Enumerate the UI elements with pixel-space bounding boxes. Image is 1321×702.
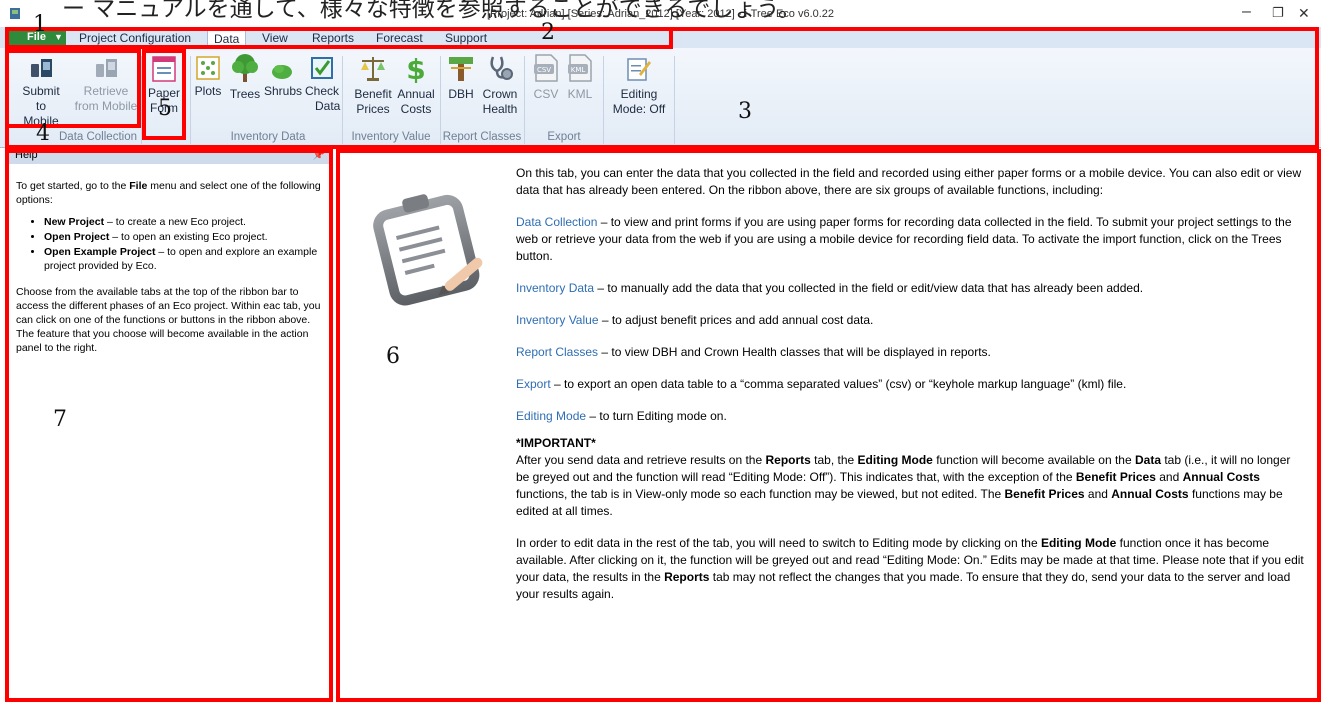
annotation-box-paper-form <box>142 49 186 140</box>
annotation-number-4: 4 <box>36 121 50 146</box>
annotation-box-action <box>336 149 1321 702</box>
close-button[interactable]: ✕ <box>1298 5 1310 22</box>
annotation-number-7: 7 <box>53 407 67 432</box>
annotation-box-mobile <box>5 49 141 128</box>
annotation-number-2: 2 <box>541 20 555 45</box>
annotation-box-ribbon <box>5 27 1319 149</box>
annotation-number-3: 3 <box>738 99 752 124</box>
window-title: [Project: Adrian] [Series: Adrian_2012] … <box>486 8 835 20</box>
annotation-number-5: 5 <box>158 96 172 121</box>
restore-button[interactable]: ❐ <box>1272 5 1284 21</box>
title-bar: ー マニュアルを通して、様々な特徴を参照することができるでしょう。 [Proje… <box>0 0 1321 27</box>
annotation-number-1: 1 <box>33 12 47 37</box>
minimize-button[interactable]: – <box>1242 3 1251 21</box>
annotation-number-6: 6 <box>386 344 400 369</box>
